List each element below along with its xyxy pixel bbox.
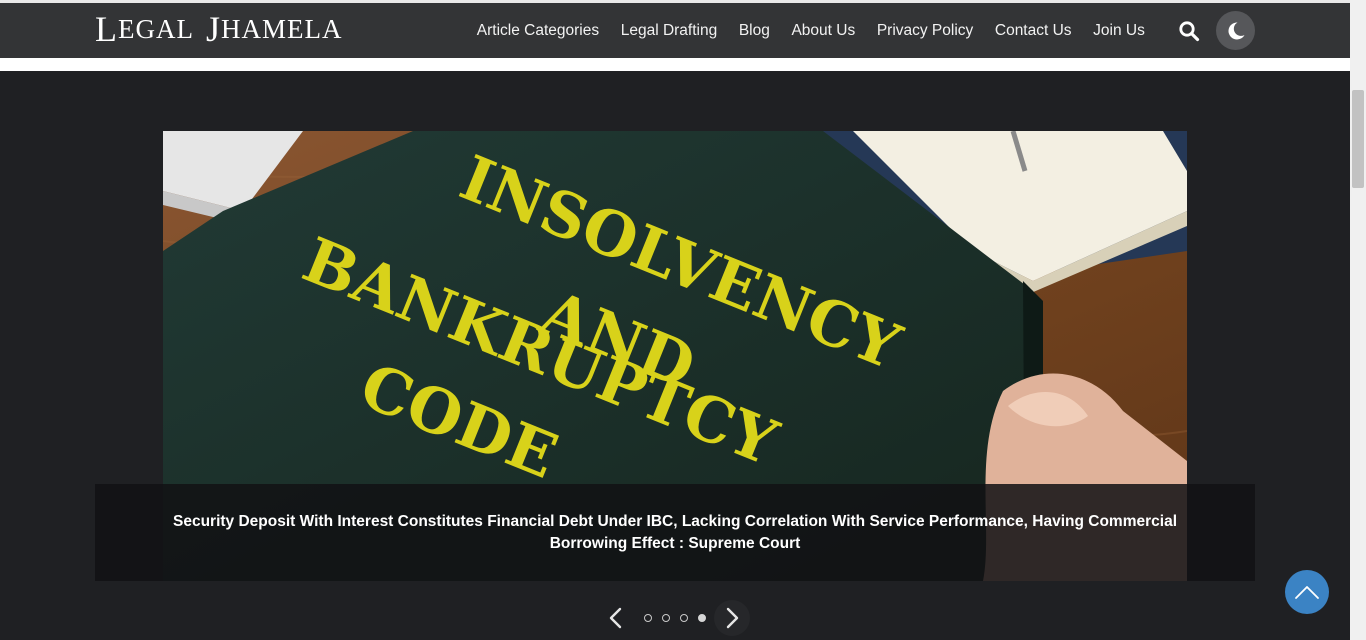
scrollbar-thumb[interactable] <box>1352 90 1364 188</box>
main-nav: Article Categories Legal Drafting Blog A… <box>466 3 1156 58</box>
search-icon <box>1179 21 1200 42</box>
site-header: L EGAL J HAMELA Article Categories Legal Dr… <box>0 3 1350 58</box>
logo-word-egal: EGAL <box>118 13 194 44</box>
logo-initial-j: J <box>205 9 221 49</box>
slide-caption[interactable]: Security Deposit With Interest Constitut… <box>95 484 1255 581</box>
nav-blog[interactable]: Blog <box>728 22 781 40</box>
page: L EGAL J HAMELA Article Categories Legal Dr… <box>0 0 1366 640</box>
moon-icon <box>1228 21 1244 39</box>
nav-article-categories[interactable]: Article Categories <box>466 22 610 40</box>
search-button[interactable] <box>1176 18 1202 44</box>
slider-dot-3[interactable] <box>680 614 688 622</box>
chevron-up-icon <box>1295 586 1319 599</box>
nav-contact-us[interactable]: Contact Us <box>984 22 1082 40</box>
nav-about-us[interactable]: About Us <box>781 22 866 40</box>
nav-join-us[interactable]: Join Us <box>1082 22 1155 40</box>
slide-caption-title[interactable]: Security Deposit With Interest Constitut… <box>135 511 1215 555</box>
slider-prev-button[interactable] <box>600 602 632 634</box>
slider-dot-2[interactable] <box>662 614 670 622</box>
back-to-top-button[interactable] <box>1285 570 1329 614</box>
chevron-right-icon <box>726 607 739 629</box>
nav-legal-drafting[interactable]: Legal Drafting <box>610 22 728 40</box>
dark-mode-toggle[interactable] <box>1216 11 1255 50</box>
slider-dot-1[interactable] <box>644 614 652 622</box>
site-logo[interactable]: L EGAL J HAMELA <box>95 7 343 51</box>
slider-controls <box>600 600 760 636</box>
logo-initial-l: L <box>95 9 118 49</box>
slider-dot-4[interactable] <box>698 614 706 622</box>
chevron-left-icon <box>609 607 622 629</box>
nav-privacy-policy[interactable]: Privacy Policy <box>866 22 984 40</box>
header-divider <box>0 58 1350 71</box>
slider-next-button[interactable] <box>714 600 750 636</box>
logo-word-hamela: HAMELA <box>221 13 343 44</box>
